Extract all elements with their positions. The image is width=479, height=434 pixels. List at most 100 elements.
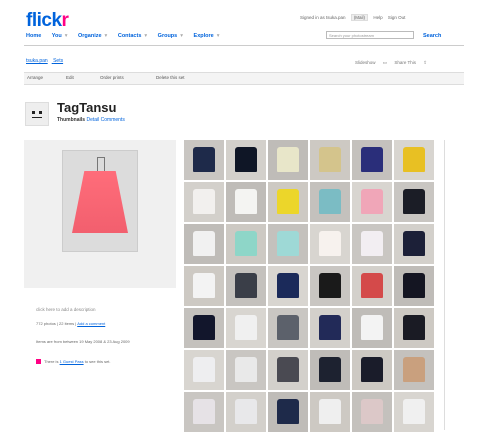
share-icon[interactable]: ⇪ bbox=[423, 60, 427, 65]
view-detail-link[interactable]: Detail bbox=[86, 117, 99, 123]
breadcrumb-user[interactable]: tsuka.pan bbox=[26, 58, 48, 64]
nav-item-home[interactable]: Home bbox=[26, 33, 41, 39]
delete-set-button[interactable]: Delete this set bbox=[156, 75, 185, 80]
nav-item-contacts[interactable]: Contacts bbox=[118, 33, 142, 39]
photo-thumbnail[interactable] bbox=[226, 350, 266, 390]
photo-thumbnail[interactable] bbox=[184, 224, 224, 264]
photo-thumbnail[interactable] bbox=[394, 308, 434, 348]
photo-thumbnail[interactable] bbox=[268, 350, 308, 390]
photo-thumbnail[interactable] bbox=[226, 140, 266, 180]
photo-thumbnail[interactable] bbox=[184, 308, 224, 348]
share-link[interactable]: Share This bbox=[394, 60, 416, 65]
edit-button[interactable]: Edit bbox=[66, 75, 74, 80]
thumbnail-row bbox=[184, 140, 440, 180]
photo-thumbnail[interactable] bbox=[184, 140, 224, 180]
photo-thumbnail[interactable] bbox=[268, 266, 308, 306]
add-description-prompt[interactable]: click here to add a description bbox=[36, 307, 96, 312]
garment-photo bbox=[277, 231, 299, 256]
photo-thumbnail[interactable] bbox=[310, 392, 350, 432]
photo-thumbnail[interactable] bbox=[184, 350, 224, 390]
dropdown-arrow-icon[interactable]: ▾ bbox=[217, 33, 220, 39]
photo-thumbnail[interactable] bbox=[268, 308, 308, 348]
search-button[interactable]: Search bbox=[423, 33, 441, 39]
photo-thumbnail[interactable] bbox=[394, 266, 434, 306]
slideshow-link[interactable]: Slideshow bbox=[355, 60, 376, 65]
photo-thumbnail[interactable] bbox=[226, 182, 266, 222]
search-input[interactable]: Search your photostream bbox=[326, 31, 414, 39]
photo-thumbnail[interactable] bbox=[310, 308, 350, 348]
set-cover-photo[interactable] bbox=[62, 150, 138, 252]
photo-thumbnail[interactable] bbox=[310, 350, 350, 390]
garment-photo bbox=[277, 357, 299, 382]
garment-photo bbox=[403, 357, 425, 382]
photo-thumbnail[interactable] bbox=[184, 392, 224, 432]
thumbnail-row bbox=[184, 266, 440, 306]
garment-photo bbox=[235, 399, 257, 424]
thumbnail-row bbox=[184, 350, 440, 390]
dropdown-arrow-icon[interactable]: ▾ bbox=[105, 33, 108, 39]
photo-thumbnail[interactable] bbox=[352, 392, 392, 432]
photo-thumbnail[interactable] bbox=[310, 266, 350, 306]
photo-thumbnail[interactable] bbox=[352, 224, 392, 264]
photo-thumbnail[interactable] bbox=[268, 140, 308, 180]
garment-photo bbox=[235, 273, 257, 298]
view-switcher: Thumbnails Detail Comments bbox=[57, 117, 125, 123]
thumbnail-row bbox=[184, 392, 440, 432]
garment-photo bbox=[235, 315, 257, 340]
garment-photo bbox=[361, 315, 383, 340]
photo-thumbnail[interactable] bbox=[394, 392, 434, 432]
photo-thumbnail[interactable] bbox=[226, 266, 266, 306]
set-tools: Slideshow ▭ Share This ⇪ bbox=[355, 60, 433, 66]
flickr-logo[interactable]: flickr bbox=[26, 10, 69, 32]
thumbnail-row bbox=[184, 182, 440, 222]
photo-thumbnail[interactable] bbox=[394, 224, 434, 264]
slideshow-icon[interactable]: ▭ bbox=[383, 60, 387, 65]
set-title: TagTansu bbox=[57, 100, 117, 115]
arrange-button[interactable]: Arrange bbox=[27, 75, 43, 80]
mail-link[interactable]: (Mail) bbox=[350, 14, 369, 21]
nav-item-groups[interactable]: Groups bbox=[158, 33, 178, 39]
photo-thumbnail[interactable] bbox=[394, 350, 434, 390]
photo-thumbnail[interactable] bbox=[226, 308, 266, 348]
thumbnail-row bbox=[184, 308, 440, 348]
dropdown-arrow-icon[interactable]: ▾ bbox=[65, 33, 68, 39]
photo-thumbnail[interactable] bbox=[310, 182, 350, 222]
photo-thumbnail[interactable] bbox=[310, 140, 350, 180]
photo-thumbnail[interactable] bbox=[268, 392, 308, 432]
buddy-icon[interactable] bbox=[25, 102, 49, 126]
header-divider bbox=[24, 45, 464, 46]
photo-thumbnail[interactable] bbox=[352, 140, 392, 180]
photo-thumbnail[interactable] bbox=[184, 182, 224, 222]
signed-in-text: Signed in as tsuka.pan bbox=[300, 15, 346, 20]
garment-photo bbox=[403, 147, 425, 172]
garment-photo bbox=[319, 273, 341, 298]
garment-photo bbox=[235, 231, 257, 256]
photo-thumbnail[interactable] bbox=[268, 182, 308, 222]
photo-thumbnail[interactable] bbox=[352, 350, 392, 390]
guest-pass-icon bbox=[36, 359, 41, 364]
dropdown-arrow-icon[interactable]: ▾ bbox=[180, 33, 183, 39]
photo-thumbnail[interactable] bbox=[184, 266, 224, 306]
sign-out-link[interactable]: Sign Out bbox=[388, 15, 406, 20]
help-link[interactable]: Help bbox=[373, 15, 382, 20]
photo-thumbnail[interactable] bbox=[268, 224, 308, 264]
photo-thumbnail[interactable] bbox=[352, 266, 392, 306]
nav-item-organize[interactable]: Organize bbox=[78, 33, 102, 39]
nav-item-explore[interactable]: Explore bbox=[194, 33, 214, 39]
guest-pass-link[interactable]: 1 Guest Pass bbox=[60, 359, 84, 364]
view-comments-link[interactable]: Comments bbox=[101, 117, 125, 123]
photo-thumbnail[interactable] bbox=[394, 140, 434, 180]
photo-thumbnail[interactable] bbox=[226, 224, 266, 264]
order-prints-button[interactable]: Order prints bbox=[100, 75, 124, 80]
garment-photo bbox=[193, 147, 215, 172]
garment-photo bbox=[319, 399, 341, 424]
photo-thumbnail[interactable] bbox=[352, 308, 392, 348]
nav-item-you[interactable]: You bbox=[52, 33, 62, 39]
add-comment-link[interactable]: Add a comment bbox=[77, 321, 105, 326]
photo-thumbnail[interactable] bbox=[310, 224, 350, 264]
dropdown-arrow-icon[interactable]: ▾ bbox=[144, 33, 147, 39]
photo-thumbnail[interactable] bbox=[226, 392, 266, 432]
photo-thumbnail[interactable] bbox=[352, 182, 392, 222]
photo-thumbnail[interactable] bbox=[394, 182, 434, 222]
breadcrumb-sets[interactable]: Sets bbox=[53, 58, 63, 64]
